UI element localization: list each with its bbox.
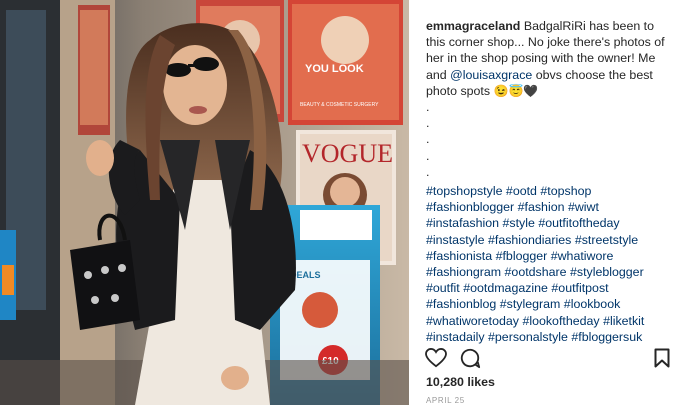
hashtag-link[interactable]: #styleblogger [570,265,644,279]
hashtag-link[interactable]: #topshop [540,184,591,198]
post-side-panel: emmagraceland BadgalRiRi has been to thi… [409,0,675,405]
instagram-post: YOU LOOK BEAUTY & COSMETIC SURGERY VOGUE… [0,0,675,405]
heart-icon [425,348,447,368]
hashtag-link[interactable]: #fashiondiaries [488,233,571,247]
post-actions [423,345,673,371]
dot-line: . [426,116,430,131]
like-button[interactable] [423,345,449,371]
hashtag-link[interactable]: #instastyle [426,233,485,247]
caption-emojis: 😉😇🖤 [493,83,539,98]
street-fashion-photo: YOU LOOK BEAUTY & COSMETIC SURGERY VOGUE… [0,0,409,405]
caption-body: emmagraceland BadgalRiRi has been to thi… [426,18,666,99]
hashtag-link[interactable]: #topshopstyle [426,184,502,198]
hashtag-link[interactable]: #stylegram [500,297,561,311]
likes-count[interactable]: 10,280 likes [426,375,495,389]
hashtag-link[interactable]: #ootd [506,184,537,198]
hashtag-link[interactable]: #fashionblogger [426,200,514,214]
hashtag-line: #topshopstyle #ootd #topshop [426,183,666,199]
hashtag-line: #outfit #ootdmagazine #outfitpost [426,280,666,296]
hashtag-link[interactable]: #fashiongram [426,265,501,279]
dot-line: . [426,148,430,163]
hashtag-link[interactable]: #wiwt [568,200,599,214]
hashtag-line: #fashionblog #stylegram #lookbook [426,296,666,312]
hashtag-line: #instafashion #style #outfitoftheday [426,215,666,231]
caption-dots: . . . . . [426,99,666,180]
hashtag-line: #fashiongram #ootdshare #styleblogger [426,264,666,280]
hashtag-link[interactable]: #fbloggersuk [571,330,642,344]
youlook-magazine-text: YOU LOOK [305,63,364,75]
dot-line: . [426,100,430,115]
hashtag-link[interactable]: #whatiworetoday [426,314,519,328]
hashtag-line: #fashionista #fblogger #whatiwore [426,248,666,264]
hashtag-link[interactable]: #fashion [518,200,565,214]
hashtag-link[interactable]: #instafashion [426,216,499,230]
hashtag-link[interactable]: #outfitoftheday [538,216,619,230]
bookmark-icon [654,348,670,368]
hashtag-line: #instastyle #fashiondiaries #streetstyle [426,232,666,248]
mention-link[interactable]: @louisaxgrace [450,68,532,82]
post-photo[interactable]: YOU LOOK BEAUTY & COSMETIC SURGERY VOGUE… [0,0,409,405]
post-username-link[interactable]: emmagraceland [426,19,520,33]
hashtag-link[interactable]: #liketkit [603,314,644,328]
hashtag-link[interactable]: #personalstyle [488,330,568,344]
hashtag-link[interactable]: #streetstyle [575,233,638,247]
hashtag-link[interactable]: #fblogger [496,249,548,263]
post-caption: emmagraceland BadgalRiRi has been to thi… [426,18,666,345]
hashtag-line: #fashionblogger #fashion #wiwt [426,199,666,215]
comment-icon [460,348,481,369]
hashtag-line: #instadaily #personalstyle #fbloggersuk [426,329,666,345]
hashtag-link[interactable]: #fashionblog [426,297,496,311]
hashtag-link[interactable]: #ootdshare [505,265,567,279]
save-button[interactable] [649,345,675,371]
post-date[interactable]: APRIL 25 [426,396,465,405]
hashtag-link[interactable]: #outfitpost [551,281,608,295]
vogue-magazine-title: VOGUE [302,139,393,168]
hashtag-link[interactable]: #ootdmagazine [463,281,548,295]
hashtag-link[interactable]: #whatiwore [551,249,614,263]
hashtag-link[interactable]: #lookbook [564,297,621,311]
hashtag-link[interactable]: #style [502,216,534,230]
comment-button[interactable] [457,345,483,371]
hashtag-link[interactable]: #outfit [426,281,460,295]
dot-line: . [426,164,430,179]
beauty-magazine-text: BEAUTY & COSMETIC SURGERY [300,102,379,108]
hashtag-link[interactable]: #instadaily [426,330,485,344]
hashtag-line: #whatiworetoday #lookoftheday #liketkit [426,313,666,329]
hashtag-link[interactable]: #fashionista [426,249,492,263]
dot-line: . [426,132,430,147]
hashtag-link[interactable]: #lookoftheday [522,314,599,328]
hashtag-list: #topshopstyle #ootd #topshop #fashionblo… [426,183,666,345]
